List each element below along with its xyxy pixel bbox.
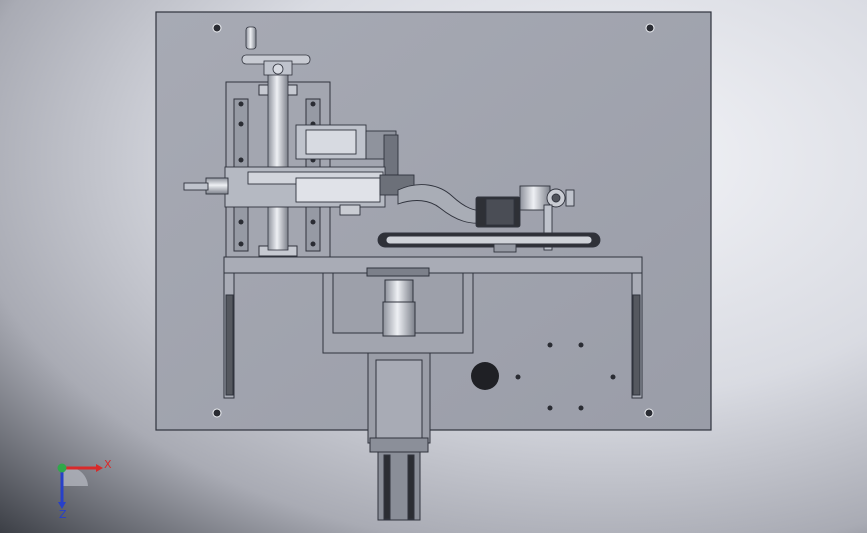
- cad-viewport[interactable]: [0, 0, 867, 533]
- stepper-motor[interactable]: [367, 352, 431, 521]
- orientation-triad: X Z: [57, 458, 112, 521]
- motor-mount[interactable]: [322, 267, 474, 354]
- x-axis-label: X: [104, 458, 112, 471]
- x-axis-arrow: [96, 464, 103, 472]
- lead-screw: [267, 73, 289, 251]
- z-axis-label: Z: [59, 508, 67, 521]
- y-axis-dot: [57, 463, 67, 473]
